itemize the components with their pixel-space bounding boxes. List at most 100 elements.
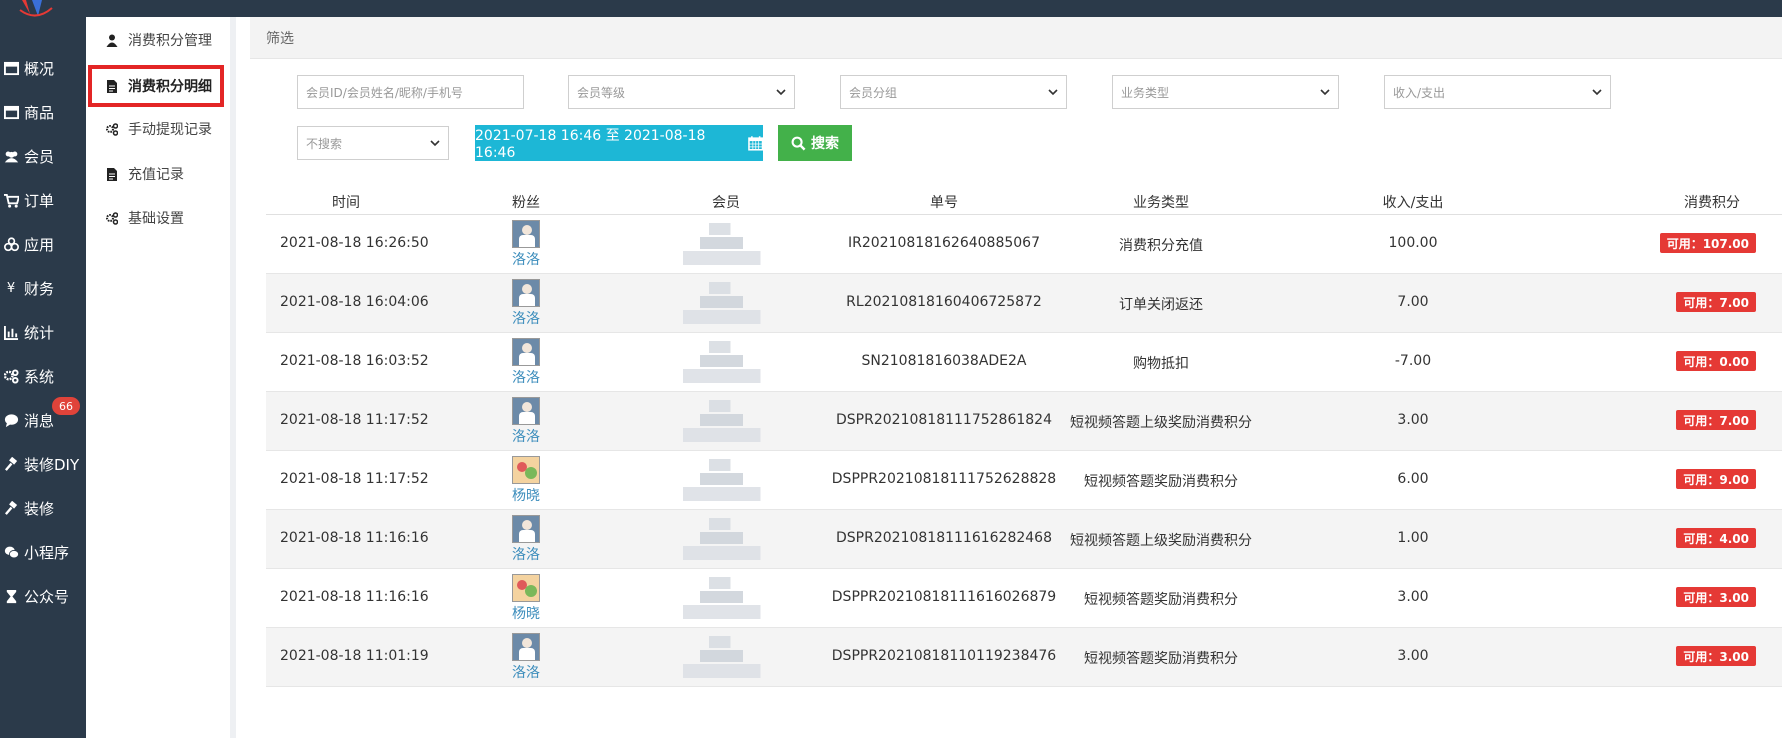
points-balance-badge: 可用：3.00 [1676, 587, 1756, 607]
fan-cell[interactable]: 洛洛 [506, 279, 546, 328]
avatar[interactable] [512, 279, 540, 307]
fan-name-link[interactable]: 洛洛 [512, 249, 540, 269]
subnav-item-basic-settings[interactable]: 基础设置 [88, 197, 224, 239]
nav-item-official-account[interactable]: 公众号 [0, 576, 86, 616]
chevron-down-icon [1048, 87, 1058, 97]
subnav-label: 充值记录 [128, 167, 184, 183]
subnav-item-points-detail[interactable]: 消费积分明细 [88, 65, 224, 107]
search-mode-select[interactable]: 不搜索 [297, 126, 449, 160]
subnav-label: 消费积分管理 [128, 33, 212, 49]
nav-label: 商品 [24, 103, 55, 122]
nav-label: 订单 [24, 191, 55, 210]
member-info-blurred [683, 577, 769, 621]
row-income-expense: 100.00 [1388, 235, 1438, 251]
nav-label: 装修DIY [24, 455, 80, 474]
col-fan: 粉丝 [512, 195, 540, 211]
top-header [0, 0, 1782, 17]
member-search-placeholder: 会员ID/会员姓名/昵称/手机号 [306, 85, 463, 100]
chevron-down-icon [1592, 87, 1602, 97]
avatar[interactable] [512, 397, 540, 425]
fan-cell[interactable]: 洛洛 [506, 633, 546, 682]
subnav-item-points-manage[interactable]: 消费积分管理 [88, 19, 224, 61]
member-info-blurred [683, 223, 769, 267]
row-income-expense: -7.00 [1394, 353, 1432, 369]
fan-cell[interactable]: 洛洛 [506, 397, 546, 446]
row-biz-type: 短视频答题奖励消费积分 [1084, 474, 1238, 490]
col-member: 会员 [712, 195, 740, 211]
nav-item-messages[interactable]: 消息 66 [0, 397, 86, 440]
nav-item-orders[interactable]: 订单 [0, 180, 86, 220]
subnav-item-recharge-records[interactable]: 充值记录 [88, 153, 224, 195]
table-row: 2021-08-18 16:04:06 洛洛 RL20210818160406725… [266, 274, 1782, 333]
row-order-no: RL20210818160406725872 [846, 294, 1042, 310]
fan-name-link[interactable]: 洛洛 [512, 367, 540, 387]
nav-item-finance[interactable]: ¥ 财务 [0, 268, 86, 308]
calendar-icon [747, 136, 763, 151]
nav-item-stats[interactable]: 统计 [0, 312, 86, 352]
fan-name-link[interactable]: 洛洛 [512, 544, 540, 564]
row-income-expense: 3.00 [1397, 589, 1429, 605]
cart-icon [2, 191, 20, 209]
points-balance-badge: 可用：9.00 [1676, 469, 1756, 489]
nav-item-members[interactable]: 会员 [0, 136, 86, 176]
points-detail-table: 时间 粉丝 会员 单号 业务类型 收入/支出 消费积分 2021-08-18 1… [266, 187, 1782, 687]
row-biz-type: 购物抵扣 [1133, 356, 1189, 372]
row-order-no: DSPPR20210818110119238476 [831, 648, 1057, 664]
avatar[interactable] [512, 456, 540, 484]
fan-name-link[interactable]: 洛洛 [512, 308, 540, 328]
search-button[interactable]: 搜索 [778, 125, 852, 161]
avatar[interactable] [512, 633, 540, 661]
row-time: 2021-08-18 11:16:16 [280, 589, 429, 605]
nav-item-decor[interactable]: 装修 [0, 488, 86, 528]
member-info-blurred [683, 400, 769, 444]
wechat-icon [2, 543, 20, 561]
fan-cell[interactable]: 洛洛 [506, 515, 546, 564]
income-expense-select[interactable]: 收入/支出 [1384, 75, 1611, 109]
date-range-button[interactable]: 2021-07-18 16:46 至 2021-08-18 16:46 [475, 125, 763, 161]
nav-label: 统计 [24, 323, 55, 342]
nav-label: 系统 [24, 367, 55, 386]
fan-name-link[interactable]: 洛洛 [512, 662, 540, 682]
member-level-select[interactable]: 会员等级 [568, 75, 795, 109]
fan-cell[interactable]: 杨晓 [506, 456, 546, 505]
nav-item-miniprogram[interactable]: 小程序 [0, 532, 86, 572]
fan-name-link[interactable]: 洛洛 [512, 426, 540, 446]
fan-name-link[interactable]: 杨晓 [512, 485, 540, 505]
member-info-blurred [683, 282, 769, 326]
subnav-item-withdraw-records[interactable]: 手动提现记录 [88, 108, 224, 150]
filter-header: 筛选 [250, 17, 1782, 59]
member-search-input[interactable]: 会员ID/会员姓名/昵称/手机号 [297, 75, 524, 109]
chevron-down-icon [1320, 87, 1330, 97]
nav-item-apps[interactable]: 应用 [0, 224, 86, 264]
nav-item-decor-diy[interactable]: 装修DIY [0, 444, 86, 484]
row-time: 2021-08-18 11:16:16 [280, 530, 429, 546]
fan-name-link[interactable]: 杨晓 [512, 603, 540, 623]
file-icon [104, 167, 120, 181]
row-order-no: IR20210818162640885067 [847, 235, 1041, 251]
search-mode-value: 不搜索 [306, 136, 343, 151]
biz-type-select[interactable]: 业务类型 [1112, 75, 1339, 109]
fan-cell[interactable]: 洛洛 [506, 338, 546, 387]
row-biz-type: 订单关闭返还 [1119, 297, 1203, 313]
points-balance-badge: 可用：7.00 [1676, 410, 1756, 430]
points-balance-badge: 可用：3.00 [1676, 646, 1756, 666]
row-order-no: DSPPR20210818111752628828 [831, 471, 1057, 487]
nav-label: 小程序 [24, 543, 70, 562]
main-content: 筛选 会员ID/会员姓名/昵称/手机号 会员等级 会员分组 业务类型 收入/支出… [250, 17, 1782, 738]
fan-cell[interactable]: 杨晓 [506, 574, 546, 623]
search-button-label: 搜索 [811, 136, 839, 152]
hourglass-icon [2, 587, 20, 605]
search-icon [791, 136, 806, 150]
member-group-select[interactable]: 会员分组 [840, 75, 1067, 109]
avatar[interactable] [512, 574, 540, 602]
nav-item-system[interactable]: 系统 [0, 356, 86, 396]
fan-cell[interactable]: 洛洛 [506, 220, 546, 269]
avatar[interactable] [512, 220, 540, 248]
avatar[interactable] [512, 515, 540, 543]
avatar[interactable] [512, 338, 540, 366]
biz-type-value: 业务类型 [1121, 85, 1170, 100]
nav-item-overview[interactable]: 概况 [0, 48, 86, 88]
gears-icon [2, 367, 20, 385]
nav-item-goods[interactable]: 商品 [0, 92, 86, 132]
table-row: 2021-08-18 11:01:19 洛洛 DSPPR20210818110119… [266, 628, 1782, 687]
